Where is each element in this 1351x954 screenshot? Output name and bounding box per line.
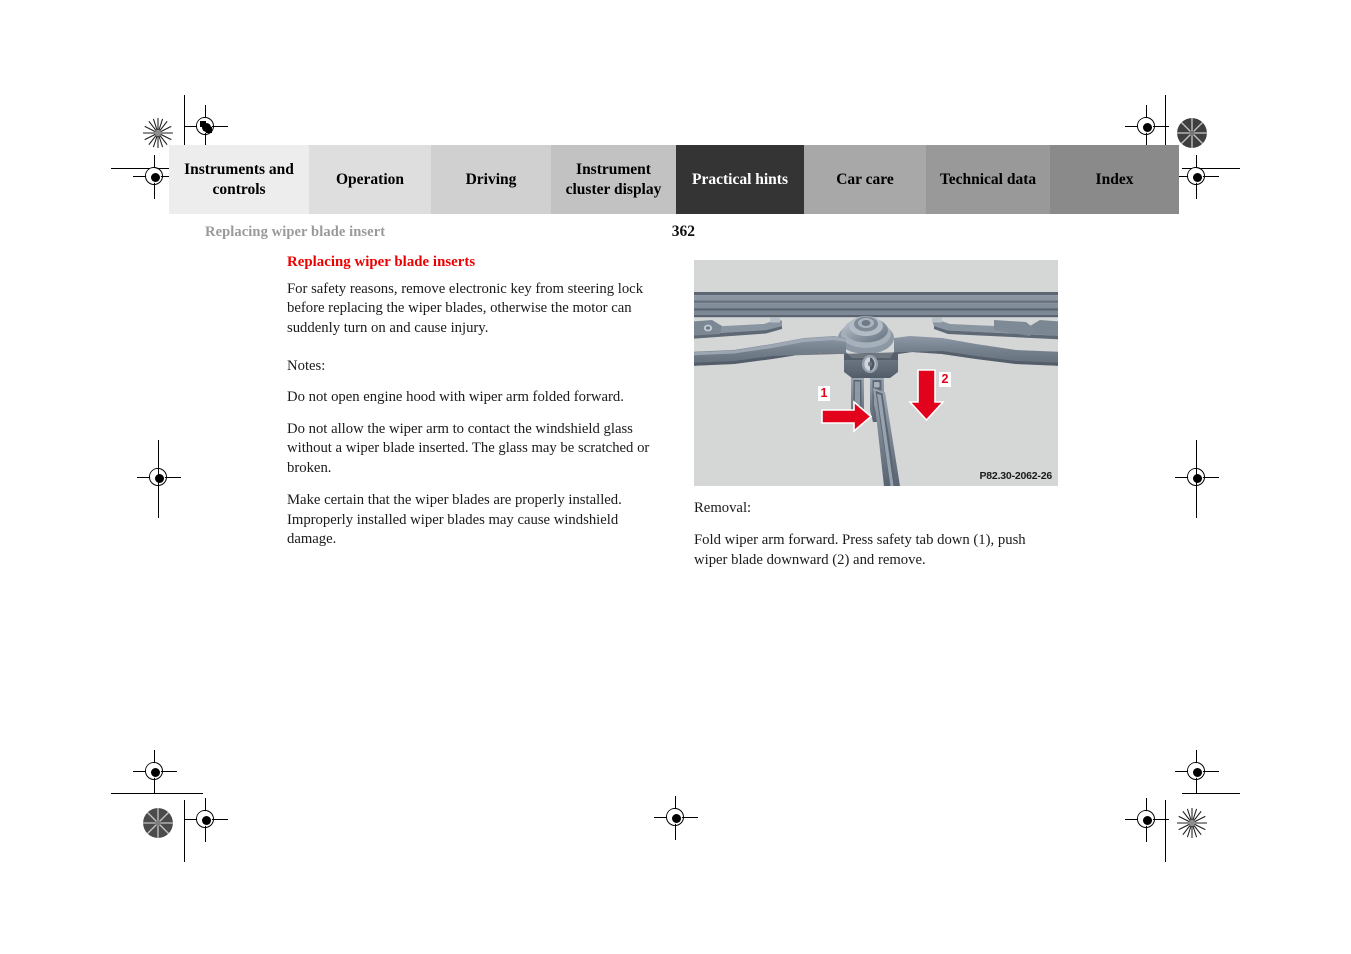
crop-rule-right-middle (1196, 440, 1198, 518)
tab-driving[interactable]: Driving (431, 145, 551, 214)
tab-label: Practical hints (692, 170, 788, 188)
running-header: Replacing wiper blade insert 362 (205, 223, 695, 241)
registration-target-right-upper (1175, 155, 1219, 199)
tab-operation[interactable]: Operation (309, 145, 431, 214)
figure-image-code: P82.30-2062-26 (979, 470, 1052, 482)
tab-label: Index (1095, 170, 1134, 188)
left-text-column: Replacing wiper blade inserts For safety… (287, 254, 659, 562)
tab-practical-hints[interactable]: Practical hints (676, 145, 804, 214)
note-paragraph-2: Do not allow the wiper arm to contact th… (287, 421, 650, 476)
registration-target-top-left (184, 105, 228, 149)
note-paragraph-3: Make certain that the wiper blades are p… (287, 492, 622, 548)
crop-rule-left-middle (158, 440, 160, 518)
section-heading: Replacing wiper blade inserts (287, 254, 476, 270)
wiper-assembly-diagram (694, 260, 1058, 486)
arm-fastener (862, 355, 878, 373)
tab-label: Operation (335, 170, 405, 188)
removal-label: Removal: (694, 500, 752, 516)
safety-warning-paragraph: For safety reasons, remove electronic ke… (287, 281, 644, 336)
registration-target-top-right (1125, 105, 1169, 149)
density-patch-bottom-right (1177, 808, 1207, 838)
chapter-tab-bar: Instruments and controls Operation Drivi… (169, 145, 1179, 214)
density-patch-top-left (143, 118, 173, 148)
density-patch-top-right (1177, 118, 1207, 148)
tab-index[interactable]: Index (1050, 145, 1179, 214)
registration-target-bottom-right (1125, 798, 1169, 842)
tab-instruments-and-controls[interactable]: Instruments and controls (169, 145, 309, 214)
tab-label: Instrument cluster display (565, 160, 662, 198)
registration-target-left-lower (133, 750, 177, 794)
notes-label: Notes: (287, 358, 326, 375)
tab-car-care[interactable]: Car care (804, 145, 926, 214)
removal-instructions: Fold wiper arm forward. Press safety tab… (694, 532, 1026, 568)
registration-target-bottom-center (654, 796, 698, 840)
note-paragraph-1: Do not open engine hood with wiper arm f… (287, 388, 624, 405)
running-header-title: Replacing wiper blade insert (205, 224, 386, 240)
figure-caption-block: Removal: Fold wiper arm forward. Press s… (694, 499, 1058, 570)
callout-label-1: 1 (818, 386, 830, 401)
tab-instrument-cluster-display[interactable]: Instrument cluster display (551, 145, 676, 214)
callout-label-2: 2 (939, 372, 951, 387)
density-patch-bottom-left (143, 808, 173, 838)
tab-label: Instruments and controls (184, 160, 294, 198)
right-column: 1 2 P82.30-2062-26 Removal: Fold wiper a… (694, 260, 1058, 570)
wiper-blade-illustration: 1 2 P82.30-2062-26 (694, 260, 1058, 486)
registration-target-right-lower (1175, 750, 1219, 794)
registration-target-bottom-left (184, 798, 228, 842)
tab-label: Technical data (939, 170, 1037, 188)
tab-technical-data[interactable]: Technical data (926, 145, 1050, 214)
tab-label: Driving (465, 170, 517, 188)
tab-label: Car care (836, 170, 894, 188)
page-number: 362 (671, 223, 695, 240)
